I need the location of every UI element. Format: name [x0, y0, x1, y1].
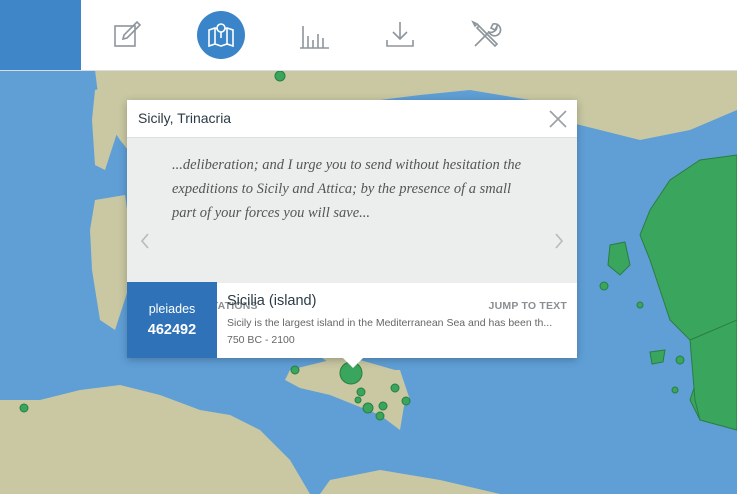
map-tool-button[interactable] [197, 11, 245, 59]
bar-chart-icon [300, 26, 329, 49]
toolbar [0, 0, 737, 71]
popup-pointer [343, 358, 363, 368]
edit-tool-button[interactable] [103, 11, 151, 59]
brand-block [0, 0, 81, 70]
settings-tool-button[interactable] [462, 11, 510, 59]
chevron-right-icon[interactable] [551, 230, 567, 252]
place-dates: 750 BC - 2100 [227, 334, 295, 346]
edit-icon [114, 20, 142, 47]
map-icon [208, 23, 234, 48]
source-name: pleiades [148, 302, 196, 316]
quote-area: ...deliberation; and I urge you to send … [127, 137, 577, 312]
stats-tool-button[interactable] [290, 11, 338, 59]
gazetteer-result[interactable]: pleiades 462492 Sicilia (island) Sicily … [127, 282, 577, 358]
source-id: 462492 [147, 322, 197, 338]
annotation-quote: ...deliberation; and I urge you to send … [172, 157, 522, 221]
close-icon[interactable] [547, 108, 569, 130]
place-name: Sicilia (island) [227, 293, 317, 309]
annotation-popup: Sicily, Trinacria ...deliberation; and I… [127, 100, 577, 358]
popup-title: Sicily, Trinacria [138, 110, 232, 126]
tools-icon [471, 20, 502, 48]
download-icon [386, 22, 414, 47]
chevron-left-icon[interactable] [137, 230, 153, 252]
download-tool-button[interactable] [376, 11, 424, 59]
place-description: Sicily is the largest island in the Medi… [227, 317, 553, 329]
source-badge: pleiades 462492 [127, 282, 217, 358]
